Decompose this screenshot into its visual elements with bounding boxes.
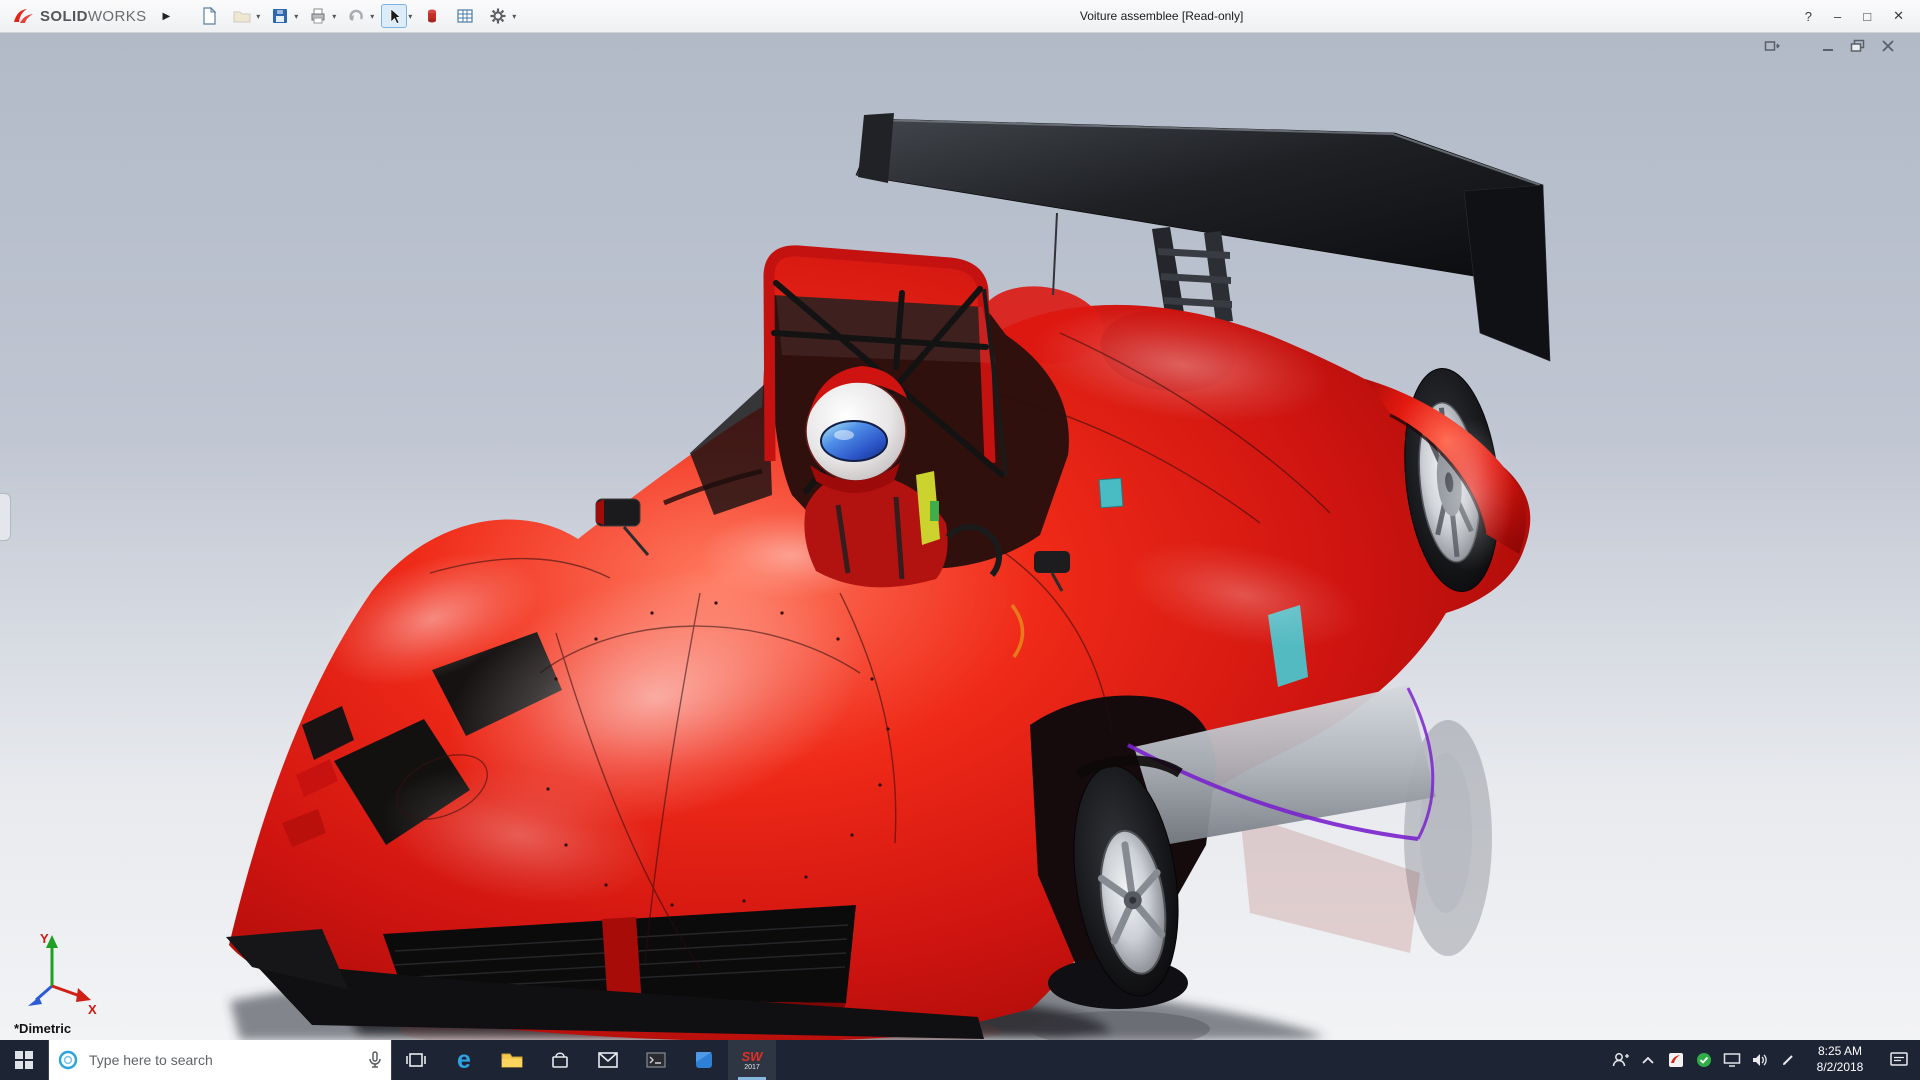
helmet-visor bbox=[821, 421, 887, 461]
cyan-panel-small bbox=[1099, 478, 1123, 507]
print-button[interactable] bbox=[305, 4, 331, 28]
close-document-icon[interactable] bbox=[1880, 39, 1896, 53]
undo-dropdown[interactable]: ▾ bbox=[370, 12, 374, 21]
triad-x-label: X bbox=[88, 1002, 97, 1016]
mail-icon[interactable] bbox=[584, 1040, 632, 1080]
file-explorer-icon[interactable] bbox=[488, 1040, 536, 1080]
appearance-icon[interactable] bbox=[419, 4, 445, 28]
taskbar-clock[interactable]: 8:25 AM 8/2/2018 bbox=[1802, 1044, 1878, 1075]
tray-green-status-icon[interactable] bbox=[1690, 1040, 1718, 1080]
save-dropdown[interactable]: ▾ bbox=[294, 12, 298, 21]
quick-access-toolbar: ▾ ▾ ▾ ▾ ▾ ▾ bbox=[196, 4, 516, 28]
system-tray: 8:25 AM 8/2/2018 bbox=[1606, 1040, 1920, 1080]
task-view-button[interactable] bbox=[392, 1040, 440, 1080]
green-strap bbox=[930, 501, 939, 521]
open-dropdown[interactable]: ▾ bbox=[256, 12, 260, 21]
solidworks-taskbar-icon[interactable]: SW 2017 bbox=[728, 1040, 776, 1080]
close-button[interactable]: ✕ bbox=[1893, 8, 1904, 24]
tray-pen-ic[interactable] bbox=[1774, 1040, 1802, 1080]
options-dropdown[interactable]: ▾ bbox=[512, 12, 516, 21]
window-controls: ? – □ ✕ bbox=[1805, 8, 1904, 24]
minimize-document-icon[interactable] bbox=[1820, 39, 1836, 53]
command-prompt-icon[interactable] bbox=[632, 1040, 680, 1080]
windows-taskbar: e SW 2017 bbox=[0, 1040, 1920, 1080]
scene-svg bbox=[0, 33, 1920, 1040]
logo-text: SOLIDWORKS bbox=[40, 8, 147, 25]
triad-y-label: Y bbox=[40, 931, 49, 946]
minimize-button[interactable]: – bbox=[1834, 9, 1841, 24]
solidworks-logo: SOLIDWORKS bbox=[10, 6, 147, 26]
window-title: Voiture assemblee [Read-only] bbox=[1080, 9, 1243, 23]
action-center-icon[interactable] bbox=[1878, 1040, 1920, 1080]
taskbar-search[interactable] bbox=[48, 1040, 392, 1080]
tray-expand-chevron[interactable] bbox=[1634, 1040, 1662, 1080]
people-icon[interactable] bbox=[1606, 1040, 1634, 1080]
view-orientation-label: *Dimetric bbox=[14, 1021, 71, 1036]
microsoft-store-icon[interactable] bbox=[536, 1040, 584, 1080]
search-input[interactable] bbox=[87, 1051, 367, 1069]
document-window-controls bbox=[1764, 39, 1896, 53]
select-dropdown[interactable]: ▾ bbox=[408, 12, 412, 21]
select-tool-button[interactable] bbox=[381, 4, 407, 28]
titlebar: SOLIDWORKS ▶ ▾ ▾ ▾ ▾ ▾ bbox=[0, 0, 1920, 33]
clock-date: 8/2/2018 bbox=[1802, 1060, 1878, 1076]
sheet-icon[interactable] bbox=[452, 4, 478, 28]
tray-volume-icon[interactable] bbox=[1746, 1040, 1774, 1080]
menu-flyout-arrow[interactable]: ▶ bbox=[163, 11, 171, 22]
help-button[interactable]: ? bbox=[1805, 9, 1812, 24]
float-window-icon[interactable] bbox=[1764, 39, 1780, 53]
save-button[interactable] bbox=[267, 4, 293, 28]
print-dropdown[interactable]: ▾ bbox=[332, 12, 336, 21]
orientation-triad: Y X bbox=[14, 930, 106, 1016]
clock-time: 8:25 AM bbox=[1802, 1044, 1878, 1060]
cortana-icon[interactable] bbox=[57, 1049, 79, 1071]
graphics-viewport[interactable]: Y X *Dimetric bbox=[0, 33, 1920, 1040]
undo-button[interactable] bbox=[343, 4, 369, 28]
tray-display-icon[interactable] bbox=[1718, 1040, 1746, 1080]
solidworks-window: SOLIDWORKS ▶ ▾ ▾ ▾ ▾ ▾ bbox=[0, 0, 1920, 1080]
edrawings-icon[interactable] bbox=[680, 1040, 728, 1080]
new-document-button[interactable] bbox=[196, 4, 222, 28]
edge-icon[interactable]: e bbox=[440, 1040, 488, 1080]
tray-solidworks-icon[interactable] bbox=[1662, 1040, 1690, 1080]
restore-document-icon[interactable] bbox=[1850, 39, 1866, 53]
start-button[interactable] bbox=[0, 1040, 48, 1080]
options-gear-button[interactable] bbox=[485, 4, 511, 28]
maximize-button[interactable]: □ bbox=[1863, 9, 1871, 24]
open-button[interactable] bbox=[229, 4, 255, 28]
featuremanager-collapsed-tab[interactable] bbox=[0, 493, 11, 541]
ds-logo-icon bbox=[10, 6, 36, 26]
microphone-icon[interactable] bbox=[367, 1050, 383, 1070]
